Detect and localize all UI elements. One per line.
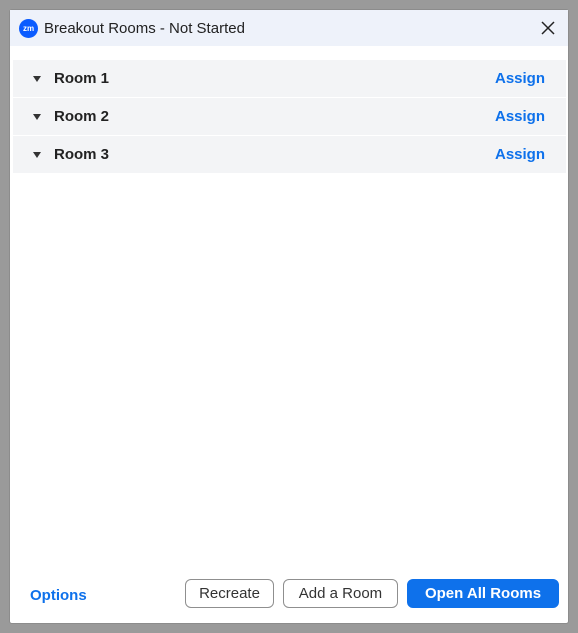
caret-down-icon[interactable] xyxy=(33,151,41,158)
room-name: Room 3 xyxy=(54,146,110,163)
assign-button[interactable]: Assign xyxy=(495,108,545,125)
add-room-button[interactable]: Add a Room xyxy=(283,579,398,608)
footer-bar: Options Recreate Add a Room Open All Roo… xyxy=(10,573,568,623)
room-row-2[interactable]: Room 2 Assign xyxy=(13,98,566,135)
room-name: Room 1 xyxy=(54,70,110,87)
room-row-1[interactable]: Room 1 Assign xyxy=(13,60,566,97)
caret-down-icon[interactable] xyxy=(33,75,41,82)
zoom-logo-icon: zm xyxy=(19,18,38,38)
title-bar: zm Breakout Rooms - Not Started xyxy=(10,10,568,46)
room-list: Room 1 Assign Room 2 Assign Room 3 Assig… xyxy=(13,60,566,174)
open-all-rooms-button[interactable]: Open All Rooms xyxy=(407,579,559,608)
assign-button[interactable]: Assign xyxy=(495,70,545,87)
window-title: Breakout Rooms - Not Started xyxy=(44,19,245,37)
room-row-3[interactable]: Room 3 Assign xyxy=(13,136,566,173)
close-icon xyxy=(541,21,555,35)
caret-down-icon[interactable] xyxy=(33,113,41,120)
options-link[interactable]: Options xyxy=(30,587,87,604)
close-button[interactable] xyxy=(538,18,558,38)
breakout-rooms-window: zm Breakout Rooms - Not Started Room 1 A… xyxy=(9,9,569,624)
room-name: Room 2 xyxy=(54,108,110,125)
recreate-button[interactable]: Recreate xyxy=(185,579,274,608)
assign-button[interactable]: Assign xyxy=(495,146,545,163)
